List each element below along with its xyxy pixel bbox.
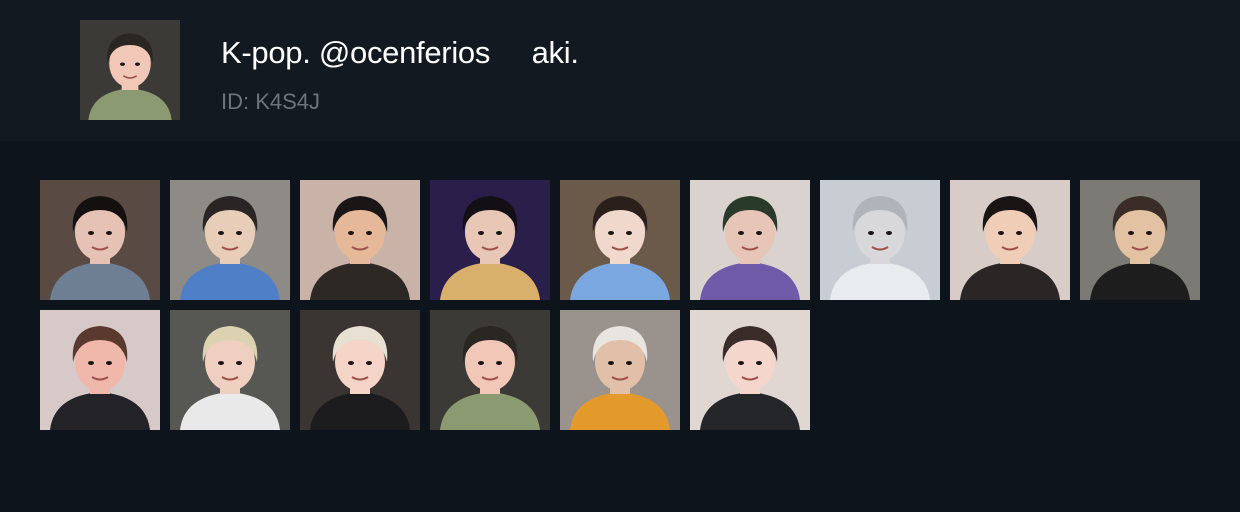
sticker-grid — [40, 180, 1200, 430]
pack-cover-image — [80, 20, 180, 120]
sticker-boy-side-profile-neon[interactable] — [430, 180, 550, 300]
sticker-blurry-white-shirt[interactable] — [820, 180, 940, 300]
sticker-smiling-girl-waving[interactable] — [40, 180, 160, 300]
sticker-hand-over-face[interactable] — [430, 310, 550, 430]
pack-header: K-pop. @ocenferios aki. ID: K4S4J — [0, 0, 1240, 141]
sticker-smiling-boy-selfie[interactable] — [950, 180, 1070, 300]
sticker-blonde-girl-laughing[interactable] — [300, 310, 420, 430]
sticker-boy-fingers-on-lips[interactable] — [40, 310, 160, 430]
pack-id: ID: K4S4J — [221, 89, 321, 114]
sticker-boy-at-microphone[interactable] — [560, 180, 680, 300]
sticker-blonde-drinking-straw[interactable] — [170, 310, 290, 430]
sticker-masked-face-pink-text[interactable] — [690, 180, 810, 300]
sticker-boy-drinking-bottle[interactable] — [1080, 180, 1200, 300]
sticker-hoodie-boy-snack-bag[interactable] — [560, 310, 680, 430]
pack-title: K-pop. @ocenferios aki. — [221, 35, 579, 70]
sticker-boy-with-camera[interactable] — [170, 180, 290, 300]
sticker-girl-ok-hand-sign[interactable] — [690, 310, 810, 430]
sticker-boy-black-beret[interactable] — [300, 180, 420, 300]
